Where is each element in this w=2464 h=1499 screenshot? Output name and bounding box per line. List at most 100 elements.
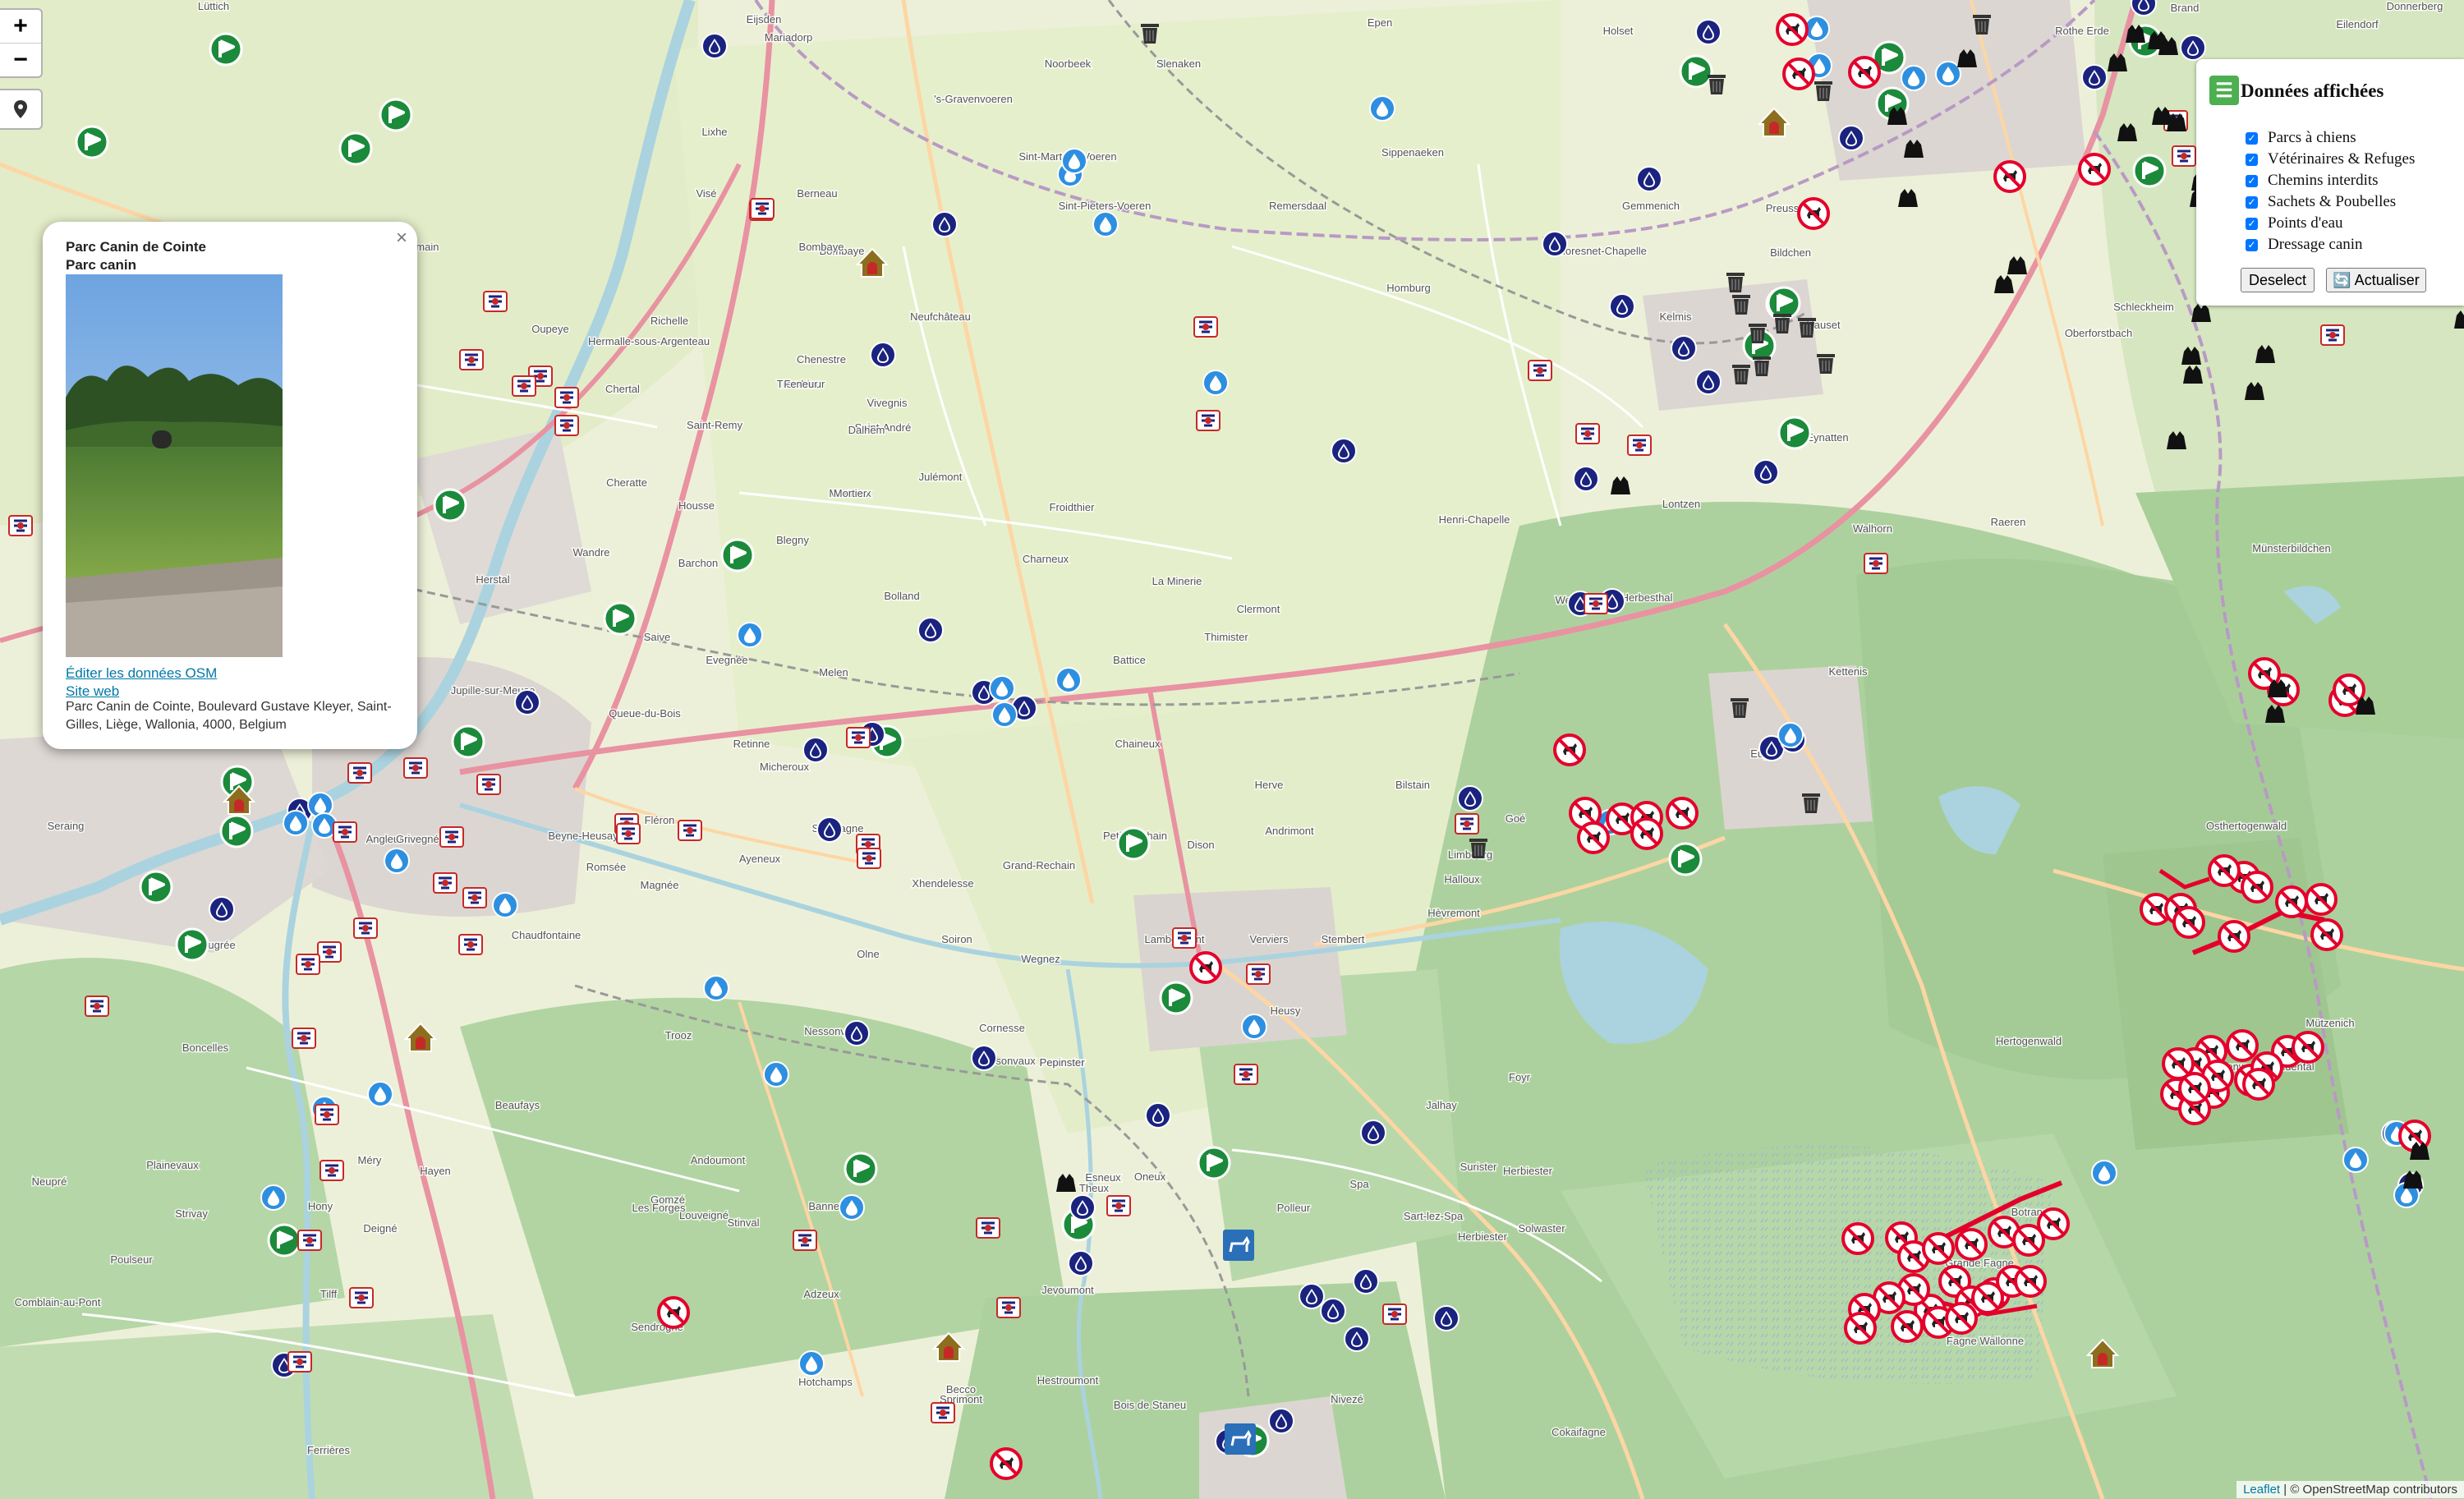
dog-bag-marker-icon[interactable] (1611, 476, 1630, 494)
dog-park-marker-icon[interactable] (1116, 826, 1151, 861)
refresh-button[interactable]: 🔄 Actualiser (2326, 268, 2426, 292)
dog-park-marker-icon[interactable] (1197, 1146, 1231, 1180)
water-point-marker-icon[interactable] (1299, 1283, 1325, 1309)
water-point-marker-icon[interactable] (1838, 125, 1864, 151)
dog-park-marker-icon[interactable] (844, 1152, 878, 1186)
vet-marker-icon[interactable] (349, 1287, 374, 1308)
dog-park-marker-icon[interactable] (1668, 842, 1703, 876)
vet-marker-icon[interactable] (1106, 1195, 1131, 1216)
no-dogs-marker-icon[interactable] (1891, 1310, 1924, 1343)
vet-marker-icon[interactable] (315, 1104, 339, 1125)
vet-marker-icon[interactable] (1584, 593, 1608, 614)
water-point-marker-icon[interactable] (1145, 1102, 1171, 1129)
checkbox-icon[interactable]: ✓ (2246, 217, 2258, 230)
water-point-marker-icon[interactable] (971, 1045, 997, 1071)
water-point-marker-icon[interactable] (514, 689, 540, 715)
vet-marker-icon[interactable] (8, 515, 33, 536)
dog-bag-marker-icon[interactable] (2117, 123, 2137, 141)
vet-marker-icon[interactable] (1172, 927, 1197, 949)
water-fountain-marker-icon[interactable] (1061, 148, 1087, 174)
zoom-in-button[interactable]: + (0, 10, 41, 43)
water-point-marker-icon[interactable] (1353, 1268, 1379, 1294)
water-fountain-marker-icon[interactable] (763, 1061, 789, 1087)
vet-marker-icon[interactable] (403, 757, 428, 779)
dog-park-marker-icon[interactable] (603, 601, 637, 636)
edit-osm-link[interactable]: Éditer les données OSM (66, 665, 217, 682)
no-dogs-marker-icon[interactable] (1797, 197, 1830, 230)
vet-marker-icon[interactable] (996, 1297, 1021, 1318)
trash-bin-marker-icon[interactable] (1732, 365, 1750, 384)
water-fountain-marker-icon[interactable] (1241, 1014, 1267, 1040)
vet-marker-icon[interactable] (296, 954, 320, 975)
no-dogs-marker-icon[interactable] (1955, 1228, 1988, 1261)
no-dogs-marker-icon[interactable] (1844, 1312, 1877, 1345)
layer-toggle-water[interactable]: ✓ Points d'eau (2246, 214, 2343, 233)
zoom-out-button[interactable]: − (0, 43, 41, 76)
water-fountain-marker-icon[interactable] (367, 1081, 393, 1107)
no-dogs-marker-icon[interactable] (2242, 1068, 2275, 1101)
vet-marker-icon[interactable] (857, 848, 881, 869)
vet-marker-icon[interactable] (750, 198, 775, 219)
water-fountain-marker-icon[interactable] (737, 622, 763, 648)
checkbox-icon[interactable]: ✓ (2246, 174, 2258, 187)
trash-bin-marker-icon[interactable] (1732, 295, 1750, 315)
water-point-marker-icon[interactable] (1695, 369, 1722, 395)
checkbox-icon[interactable]: ✓ (2246, 153, 2258, 166)
dog-park-marker-icon[interactable] (1679, 54, 1713, 89)
no-dogs-marker-icon[interactable] (1630, 817, 1663, 850)
trash-bin-marker-icon[interactable] (1708, 75, 1726, 94)
vet-marker-icon[interactable] (678, 820, 702, 841)
water-point-marker-icon[interactable] (931, 211, 958, 237)
vet-marker-icon[interactable] (333, 821, 357, 843)
water-point-marker-icon[interactable] (701, 33, 728, 59)
no-dogs-marker-icon[interactable] (1945, 1302, 1978, 1335)
vet-marker-icon[interactable] (483, 291, 508, 312)
vet-marker-icon[interactable] (1528, 360, 1552, 381)
no-dogs-marker-icon[interactable] (1993, 160, 2026, 193)
vet-marker-icon[interactable] (1196, 410, 1221, 431)
water-point-marker-icon[interactable] (816, 816, 843, 843)
vet-marker-icon[interactable] (554, 415, 579, 436)
layer-toggle-training[interactable]: ✓ Dressage canin (2246, 235, 2363, 255)
trash-bin-marker-icon[interactable] (1731, 698, 1749, 718)
no-dogs-marker-icon[interactable] (2241, 871, 2273, 904)
trash-bin-marker-icon[interactable] (1753, 356, 1771, 376)
water-point-marker-icon[interactable] (844, 1020, 870, 1046)
trash-bin-marker-icon[interactable] (1802, 793, 1820, 813)
water-point-marker-icon[interactable] (1609, 293, 1635, 320)
water-fountain-marker-icon[interactable] (991, 701, 1018, 728)
vet-marker-icon[interactable] (292, 1028, 316, 1049)
water-point-marker-icon[interactable] (1695, 19, 1722, 45)
dog-park-marker-icon[interactable] (338, 131, 373, 166)
vet-marker-icon[interactable] (319, 1160, 344, 1181)
dog-bag-marker-icon[interactable] (1056, 1174, 1076, 1192)
dog-bag-marker-icon[interactable] (2183, 366, 2203, 384)
water-fountain-marker-icon[interactable] (703, 975, 729, 1001)
checkbox-icon[interactable]: ✓ (2246, 238, 2258, 251)
vet-marker-icon[interactable] (976, 1217, 1000, 1239)
trash-bin-marker-icon[interactable] (1726, 273, 1745, 292)
dog-training-marker-icon[interactable] (1225, 1423, 1256, 1455)
trash-bin-marker-icon[interactable] (1817, 354, 1835, 374)
no-dogs-marker-icon[interactable] (1922, 1232, 1955, 1265)
website-link[interactable]: Site web (66, 683, 119, 700)
water-fountain-marker-icon[interactable] (798, 1350, 825, 1377)
dog-park-marker-icon[interactable] (267, 1223, 301, 1258)
no-dogs-marker-icon[interactable] (2208, 854, 2241, 887)
vet-marker-icon[interactable] (476, 774, 501, 795)
menu-icon[interactable]: ☰ (2209, 76, 2239, 105)
no-dogs-marker-icon[interactable] (1666, 797, 1699, 830)
water-fountain-marker-icon[interactable] (2342, 1147, 2369, 1173)
no-dogs-marker-icon[interactable] (2037, 1207, 2070, 1240)
no-dogs-marker-icon[interactable] (1577, 821, 1610, 854)
water-point-marker-icon[interactable] (1573, 466, 1599, 492)
dog-bag-marker-icon[interactable] (2255, 345, 2275, 363)
vet-marker-icon[interactable] (353, 917, 378, 939)
dog-park-marker-icon[interactable] (451, 724, 485, 759)
no-dogs-marker-icon[interactable] (2292, 1031, 2324, 1064)
vet-marker-icon[interactable] (297, 1230, 322, 1251)
water-fountain-marker-icon[interactable] (1369, 95, 1395, 122)
water-fountain-marker-icon[interactable] (839, 1194, 865, 1221)
dog-bag-marker-icon[interactable] (1898, 189, 1918, 207)
vet-marker-icon[interactable] (2320, 324, 2345, 346)
